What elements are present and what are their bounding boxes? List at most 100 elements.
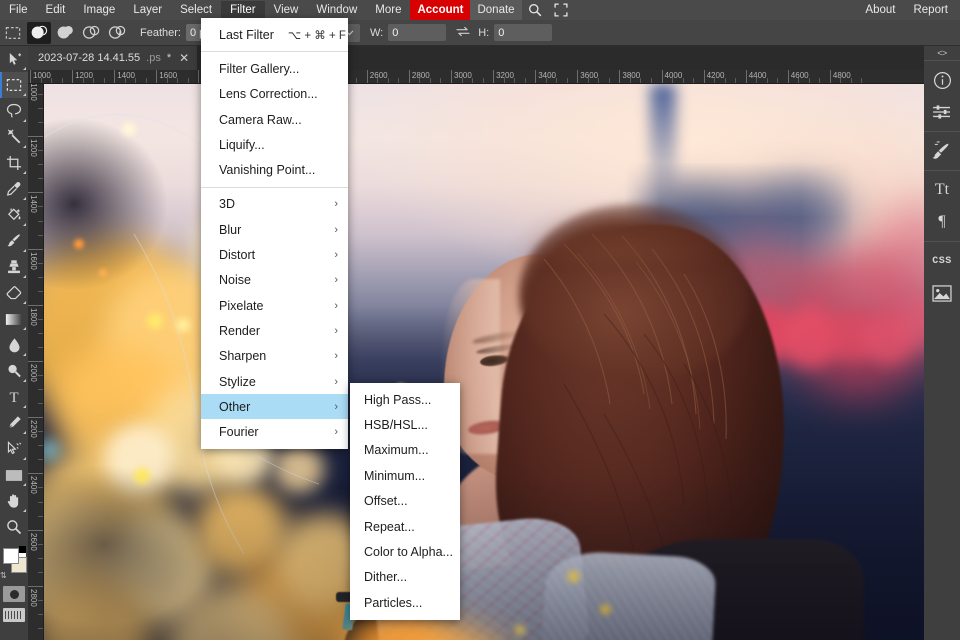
menu-item-other[interactable]: Other › bbox=[201, 394, 348, 420]
menu-file[interactable]: File bbox=[0, 1, 37, 20]
clone-stamp-tool[interactable] bbox=[0, 254, 28, 280]
menu-about[interactable]: About bbox=[856, 1, 904, 20]
eraser-tool[interactable] bbox=[0, 280, 28, 306]
menu-view[interactable]: View bbox=[265, 1, 308, 20]
svg-text:T: T bbox=[9, 390, 18, 405]
menu-image[interactable]: Image bbox=[74, 1, 124, 20]
path-selection-tool[interactable] bbox=[0, 436, 28, 462]
menu-item-fourier[interactable]: Fourier › bbox=[201, 419, 348, 444]
submenu-item-color-to-alpha[interactable]: Color to Alpha... bbox=[350, 539, 460, 564]
menu-filter[interactable]: Filter bbox=[221, 0, 265, 20]
fullscreen-icon[interactable] bbox=[551, 0, 571, 20]
menu-donate[interactable]: Donate bbox=[470, 0, 522, 20]
new-selection-mode-button[interactable] bbox=[27, 21, 51, 44]
character-type-icon[interactable]: Tt bbox=[924, 174, 960, 206]
swap-icon[interactable] bbox=[456, 24, 470, 42]
screen-mode-toggle[interactable] bbox=[3, 608, 25, 622]
ruler-minor-tick bbox=[103, 78, 105, 83]
lasso-tool[interactable] bbox=[0, 98, 28, 124]
menu-item-sharpen[interactable]: Sharpen › bbox=[201, 344, 348, 369]
ruler-minor-tick bbox=[598, 78, 600, 83]
eyedropper-tool[interactable] bbox=[0, 176, 28, 202]
search-icon[interactable] bbox=[525, 0, 545, 20]
type-tool[interactable]: T bbox=[0, 384, 28, 410]
submenu-item-maximum[interactable]: Maximum... bbox=[350, 438, 460, 463]
menu-item-lens-correction[interactable]: Lens Correction... bbox=[201, 82, 348, 107]
ruler-minor-tick bbox=[545, 78, 547, 83]
menu-item-noise[interactable]: Noise › bbox=[201, 268, 348, 293]
menu-item-vanishing-point[interactable]: Vanishing Point... bbox=[201, 157, 348, 182]
ruler-minor-tick bbox=[38, 234, 43, 236]
move-tool[interactable] bbox=[0, 46, 28, 72]
paragraph-icon[interactable]: ¶ bbox=[924, 206, 960, 238]
intersect-selection-mode-button[interactable] bbox=[105, 22, 129, 44]
color-swatches[interactable]: ⇅ bbox=[0, 546, 28, 580]
menu-layer[interactable]: Layer bbox=[124, 1, 171, 20]
document-tab[interactable]: 2023-07-28 14.41.55 .ps * ✕ bbox=[28, 46, 199, 70]
ruler-tick: 1000 bbox=[30, 70, 51, 83]
submenu-item-high-pass[interactable]: High Pass... bbox=[350, 387, 460, 412]
crop-tool[interactable] bbox=[0, 150, 28, 176]
ruler-minor-tick bbox=[38, 515, 43, 517]
ruler-tick-label: 3600 bbox=[580, 71, 599, 80]
menu-item-stylize[interactable]: Stylize › bbox=[201, 369, 348, 394]
hand-tool[interactable] bbox=[0, 488, 28, 514]
menu-edit[interactable]: Edit bbox=[37, 1, 75, 20]
menu-item-liquify[interactable]: Liquify... bbox=[201, 132, 348, 157]
submenu-item-hsb-hsl[interactable]: HSB/HSL... bbox=[350, 412, 460, 437]
ruler-minor-tick bbox=[429, 78, 431, 83]
dodge-tool[interactable] bbox=[0, 358, 28, 384]
brush-tool[interactable] bbox=[0, 228, 28, 254]
ruler-tick-label: 1400 bbox=[117, 71, 135, 80]
add-to-selection-mode-button[interactable] bbox=[53, 22, 77, 44]
menu-select[interactable]: Select bbox=[171, 1, 221, 20]
menu-report[interactable]: Report bbox=[904, 1, 960, 20]
css-panel-icon[interactable]: CSS bbox=[924, 245, 960, 277]
height-input[interactable] bbox=[494, 24, 553, 41]
close-tab-icon[interactable]: ✕ bbox=[179, 51, 189, 65]
foreground-color-swatch[interactable] bbox=[3, 548, 19, 564]
menu-item-camera-raw[interactable]: Camera Raw... bbox=[201, 107, 348, 132]
menu-account[interactable]: Account bbox=[410, 0, 471, 20]
gradient-tool[interactable] bbox=[0, 306, 28, 332]
info-icon[interactable] bbox=[924, 64, 960, 96]
menu-item-distort[interactable]: Distort › bbox=[201, 242, 348, 267]
submenu-item-repeat[interactable]: Repeat... bbox=[350, 514, 460, 539]
menu-item-blur[interactable]: Blur › bbox=[201, 217, 348, 242]
submenu-item-particles[interactable]: Particles... bbox=[350, 590, 460, 615]
blur-tool[interactable] bbox=[0, 332, 28, 358]
subtract-from-selection-mode-button[interactable] bbox=[79, 22, 103, 44]
default-colors-black[interactable] bbox=[19, 546, 26, 553]
chevron-right-icon: › bbox=[334, 299, 338, 312]
quick-mask-toggle[interactable] bbox=[3, 586, 25, 602]
menu-item-3d[interactable]: 3D › bbox=[201, 192, 348, 217]
menu-more[interactable]: More bbox=[366, 1, 410, 20]
menu-item-last-filter[interactable]: Last Filter ⌥ + ⌘ + F bbox=[201, 22, 348, 47]
magic-wand-tool[interactable] bbox=[0, 124, 28, 150]
adjustments-sliders-icon[interactable] bbox=[924, 96, 960, 128]
submenu-item-offset[interactable]: Offset... bbox=[350, 489, 460, 514]
submenu-item-label: HSB/HSL... bbox=[364, 418, 428, 433]
submenu-item-minimum[interactable]: Minimum... bbox=[350, 463, 460, 488]
paint-bucket-tool[interactable] bbox=[0, 202, 28, 228]
zoom-tool[interactable] bbox=[0, 514, 28, 540]
active-tool-icon[interactable] bbox=[0, 20, 26, 46]
menu-item-filter-gallery[interactable]: Filter Gallery... bbox=[201, 56, 348, 81]
submenu-item-label: Maximum... bbox=[364, 443, 429, 458]
menu-item-pixelate[interactable]: Pixelate › bbox=[201, 293, 348, 318]
shape-tool[interactable] bbox=[0, 462, 28, 488]
brush-preset-icon[interactable] bbox=[924, 135, 960, 167]
menu-item-label: Pixelate bbox=[219, 298, 264, 313]
rectangular-marquee-tool[interactable] bbox=[0, 72, 28, 98]
ruler-tick-label: 1200 bbox=[29, 139, 38, 157]
pen-tool[interactable] bbox=[0, 410, 28, 436]
width-input[interactable] bbox=[388, 24, 447, 41]
menu-window[interactable]: Window bbox=[307, 1, 366, 20]
swap-colors-icon[interactable]: ⇅ bbox=[0, 571, 7, 580]
submenu-item-dither[interactable]: Dither... bbox=[350, 565, 460, 590]
menu-item-label: Noise bbox=[219, 273, 251, 288]
menu-item-render[interactable]: Render › bbox=[201, 318, 348, 343]
code-brackets-icon[interactable]: <> bbox=[924, 46, 960, 60]
image-panel-icon[interactable] bbox=[924, 277, 960, 309]
image-canvas[interactable] bbox=[44, 84, 924, 640]
